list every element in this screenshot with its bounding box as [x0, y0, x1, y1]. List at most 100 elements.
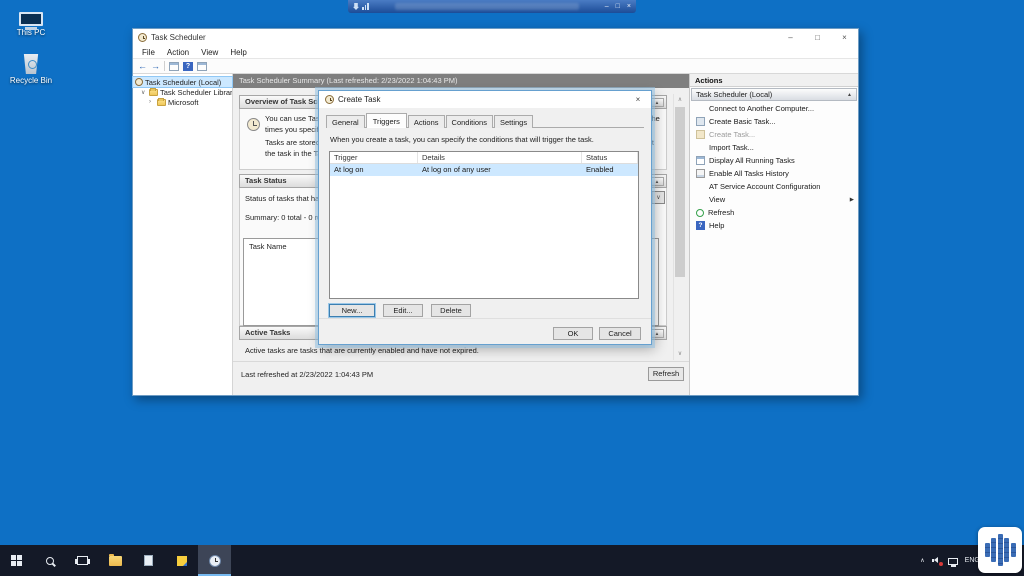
notepad-button[interactable]: [132, 545, 165, 576]
menu-file[interactable]: File: [136, 48, 161, 57]
volume-muted-icon[interactable]: [932, 556, 941, 565]
create-basic-task-icon: [696, 117, 705, 126]
scrollbar-thumb[interactable]: [675, 107, 685, 277]
logo-bar: [985, 543, 990, 557]
delete-trigger-button[interactable]: Delete: [431, 304, 471, 317]
watermark-logo: [978, 527, 1022, 573]
network-icon[interactable]: [948, 558, 958, 565]
console-tree-panel: Task Scheduler (Local) ∨ Task Scheduler …: [133, 74, 233, 395]
dialog-titlebar[interactable]: Create Task ×: [319, 91, 651, 108]
help-icon[interactable]: ?: [183, 62, 193, 71]
action-refresh[interactable]: Refresh: [690, 206, 858, 219]
task-view-button[interactable]: [66, 545, 99, 576]
task-view-icon: [77, 556, 88, 565]
task-scheduler-taskbar-button[interactable]: [198, 545, 231, 576]
chevron-right-icon[interactable]: ›: [149, 99, 155, 105]
action-display-all-running-tasks[interactable]: Display All Running Tasks: [690, 154, 858, 167]
trigger-row-at-log-on[interactable]: At log on At log on of any user Enabled: [330, 164, 638, 176]
collapse-active-tasks-button[interactable]: ▲: [650, 329, 664, 338]
action-create-basic-task[interactable]: Create Basic Task...: [690, 115, 858, 128]
refresh-button[interactable]: Refresh: [648, 367, 684, 381]
tree-item-task-scheduler-local[interactable]: Task Scheduler (Local): [133, 77, 232, 87]
tab-settings[interactable]: Settings: [494, 115, 533, 128]
actions-group-header[interactable]: Task Scheduler (Local) ▲: [691, 88, 857, 101]
triggers-table[interactable]: Trigger Details Status At log on At log …: [329, 151, 639, 299]
actions-panel: Actions Task Scheduler (Local) ▲ Connect…: [689, 74, 858, 395]
show-hidden-icons-button[interactable]: ∧: [920, 557, 924, 564]
taskbar: ∧ ENG 1:14 PM 2/23/2022: [0, 545, 1024, 576]
pin-icon[interactable]: [353, 3, 359, 10]
task-status-title: Task Status: [245, 176, 287, 185]
column-trigger[interactable]: Trigger: [330, 152, 418, 163]
logo-bar: [1004, 538, 1009, 562]
collapse-overview-button[interactable]: ▲: [650, 98, 664, 107]
tree-item-task-scheduler-library[interactable]: ∨ Task Scheduler Library: [133, 87, 232, 97]
create-task-dialog: Create Task × General Triggers Actions C…: [318, 90, 652, 345]
action-help[interactable]: ? Help: [690, 219, 858, 232]
window-titlebar[interactable]: Task Scheduler – □ ×: [133, 29, 858, 46]
edit-trigger-button[interactable]: Edit...: [383, 304, 423, 317]
action-at-service-account-configuration[interactable]: AT Service Account Configuration: [690, 180, 858, 193]
scroll-up-icon[interactable]: ∧: [674, 94, 686, 106]
dialog-close-button[interactable]: ×: [625, 91, 651, 108]
collapse-group-icon[interactable]: ▲: [847, 92, 852, 98]
back-icon[interactable]: ←: [138, 62, 147, 71]
menu-action[interactable]: Action: [161, 48, 195, 57]
tab-general[interactable]: General: [326, 115, 365, 128]
action-label: View: [709, 195, 725, 204]
file-explorer-button[interactable]: [99, 545, 132, 576]
sticky-notes-button[interactable]: [165, 545, 198, 576]
action-create-task[interactable]: Create Task...: [690, 128, 858, 141]
vertical-scrollbar[interactable]: ∧ ∨: [673, 94, 686, 360]
tab-conditions[interactable]: Conditions: [446, 115, 493, 128]
standard-view-icon[interactable]: [197, 62, 207, 71]
menu-help[interactable]: Help: [224, 48, 252, 57]
menu-view[interactable]: View: [195, 48, 224, 57]
refresh-icon: [696, 209, 704, 217]
this-pc-icon: [19, 12, 43, 26]
ok-button[interactable]: OK: [553, 327, 593, 340]
spacer: [696, 195, 705, 204]
minimize-button[interactable]: –: [777, 29, 804, 46]
triggers-table-header: Trigger Details Status: [330, 152, 638, 164]
actions-group-label: Task Scheduler (Local): [696, 90, 772, 99]
show-console-tree-icon[interactable]: [169, 62, 179, 71]
dropdown-arrow-icon[interactable]: ∨: [652, 192, 664, 203]
scroll-down-icon[interactable]: ∨: [674, 348, 686, 360]
forward-icon[interactable]: →: [151, 62, 160, 71]
rdp-restore-button[interactable]: □: [616, 3, 620, 10]
logo-bar: [1011, 543, 1016, 557]
start-button[interactable]: [0, 545, 33, 576]
rdp-connection-bar[interactable]: – □ ×: [348, 0, 636, 13]
logo-bar: [998, 534, 1003, 566]
action-view[interactable]: View ▶: [690, 193, 858, 206]
cancel-button[interactable]: Cancel: [599, 327, 641, 340]
action-connect-to-another-computer[interactable]: Connect to Another Computer...: [690, 102, 858, 115]
tree-item-label: Microsoft: [168, 98, 198, 107]
maximize-button[interactable]: □: [804, 29, 831, 46]
collapse-task-status-button[interactable]: ▲: [650, 177, 664, 186]
desktop-icon-this-pc[interactable]: This PC: [2, 12, 60, 37]
chevron-down-icon[interactable]: ∨: [141, 89, 147, 96]
search-button[interactable]: [33, 545, 66, 576]
close-button[interactable]: ×: [831, 29, 858, 46]
rdp-minimize-button[interactable]: –: [605, 3, 609, 10]
action-label: Refresh: [708, 208, 734, 217]
action-import-task[interactable]: Import Task...: [690, 141, 858, 154]
column-status[interactable]: Status: [582, 152, 638, 163]
tab-triggers[interactable]: Triggers: [366, 113, 407, 128]
action-enable-all-tasks-history[interactable]: Enable All Tasks History: [690, 167, 858, 180]
tab-actions[interactable]: Actions: [408, 115, 445, 128]
windows-logo-icon: [11, 555, 22, 566]
rdp-close-button[interactable]: ×: [627, 3, 631, 10]
trigger-cell: At log on: [330, 164, 418, 176]
desktop-icon-recycle-bin[interactable]: Recycle Bin: [2, 54, 60, 85]
submenu-arrow-icon: ▶: [850, 197, 854, 203]
new-trigger-button[interactable]: New...: [329, 304, 375, 317]
column-details[interactable]: Details: [418, 152, 582, 163]
tree-item-microsoft[interactable]: › Microsoft: [133, 97, 232, 107]
spacer: [696, 182, 705, 191]
toolbar: ← → ?: [133, 59, 858, 74]
folder-icon: [109, 556, 122, 566]
logo-bar: [991, 538, 996, 562]
